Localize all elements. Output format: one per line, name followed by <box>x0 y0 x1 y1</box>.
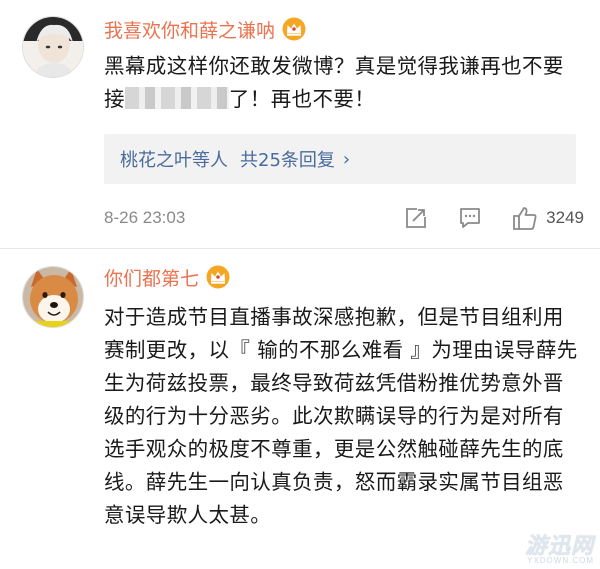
username[interactable]: 你们都第七 <box>104 264 231 290</box>
thumbs-up-icon <box>513 207 537 230</box>
comment-item: 我喜欢你和薛之谦呐 黑幕成这样你还敢发微博？真是觉得我谦再也不要接 了！再也不要！… <box>0 0 600 250</box>
comment-divider <box>0 248 600 249</box>
user-avatar[interactable] <box>22 16 84 78</box>
repost-icon <box>406 208 427 228</box>
comment-button[interactable] <box>458 206 482 230</box>
comment-text-part-2: 了！再也不要！ <box>228 87 376 111</box>
like-button[interactable]: 3249 <box>512 205 584 231</box>
comment-meta: 8-26 23:03 3249 <box>104 205 584 231</box>
username[interactable]: 我喜欢你和薛之谦呐 <box>104 16 307 42</box>
comment-item: 你们都第七 对于造成节目直播事故深感抱歉，但是节目组利用赛制更改，以『 输的不那… <box>0 252 600 569</box>
user-avatar[interactable] <box>22 266 84 328</box>
vip-crown-icon <box>281 17 307 41</box>
vip-crown-icon <box>205 265 231 289</box>
like-count: 3249 <box>546 208 584 227</box>
repost-button[interactable] <box>404 206 428 230</box>
username-text[interactable]: 你们都第七 <box>104 264 199 291</box>
timestamp: 8-26 23:03 <box>104 208 186 227</box>
comment-text: 对于造成节目直播事故深感抱歉，但是节目组利用赛制更改，以『 输的不那么难看 』为… <box>104 305 578 527</box>
redacted-blur <box>124 87 229 109</box>
reply-names[interactable]: 桃花之叶等人 <box>120 146 228 172</box>
chevron-right-icon: › <box>342 148 351 170</box>
username-text[interactable]: 我喜欢你和薛之谦呐 <box>104 16 275 43</box>
replies-summary[interactable]: 桃花之叶等人 共25条回复 › <box>104 134 576 184</box>
site-watermark: 游迅网 YXDOWN.COM <box>525 528 594 565</box>
reply-count[interactable]: 共25条回复 <box>240 146 335 172</box>
action-bar: 3249 <box>374 205 584 231</box>
comment-text: 黑幕成这样你还敢发微博？真是觉得我谦再也不要接 了！再也不要！ <box>104 50 584 116</box>
watermark-domain: YXDOWN.COM <box>527 556 594 565</box>
comment-icon <box>460 208 481 228</box>
